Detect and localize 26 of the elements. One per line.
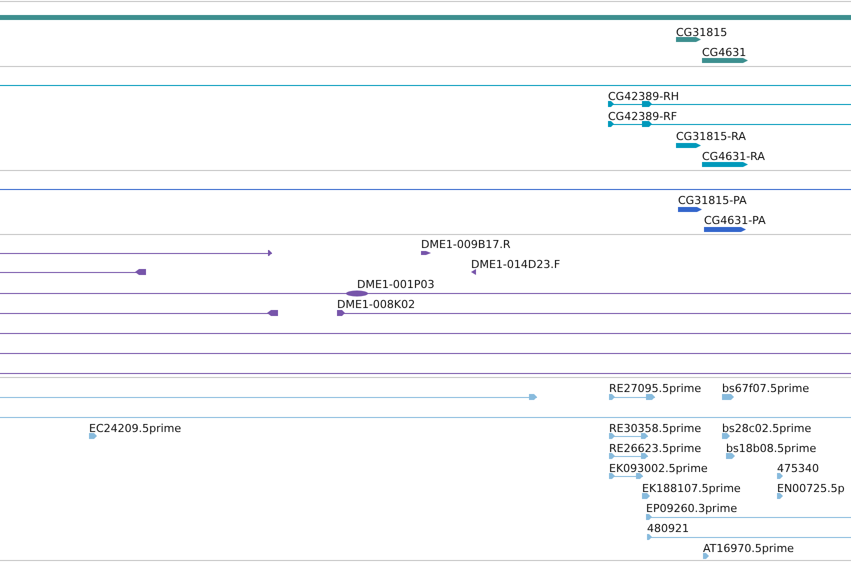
feature-label: CG4631 <box>702 46 746 59</box>
feature-label: bs67f07.5prime <box>722 382 810 395</box>
feature-label: DME1-009B17.R <box>421 238 511 251</box>
feature-label: EK093002.5prime <box>609 462 708 475</box>
feature-label: CG31815-RA <box>676 130 746 143</box>
feature-label: RE30358.5prime <box>609 422 702 435</box>
feature-label: DME1-014D23.F <box>471 258 560 271</box>
feature-label: CG31815-PA <box>678 194 747 207</box>
feature-label: bs28c02.5prime <box>722 422 812 435</box>
feature-label: CG42389-RF <box>608 110 678 123</box>
feature-label: CG4631-RA <box>702 150 765 163</box>
feature-label: EC24209.5prime <box>89 422 182 435</box>
feature-label: AT16970.5prime <box>703 542 794 555</box>
feature-label: RE26623.5prime <box>609 442 702 455</box>
feature-label: DME1-008K02 <box>337 298 416 311</box>
feature-label: bs18b08.5prime <box>726 442 816 455</box>
feature-label: DME1-001P03 <box>357 278 435 291</box>
feature-label: 475340 <box>777 462 819 475</box>
feature-label: 480921 <box>647 522 689 535</box>
feature-label: EP09260.3prime <box>646 502 738 515</box>
feature-label: CG42389-RH <box>608 90 680 103</box>
feature-label: EN00725.5p <box>777 482 845 495</box>
feature-label: CG31815 <box>676 26 728 39</box>
feature-label: RE27095.5prime <box>609 382 702 395</box>
feature-label: EK188107.5prime <box>642 482 741 495</box>
feature-label: CG4631-PA <box>704 214 766 227</box>
